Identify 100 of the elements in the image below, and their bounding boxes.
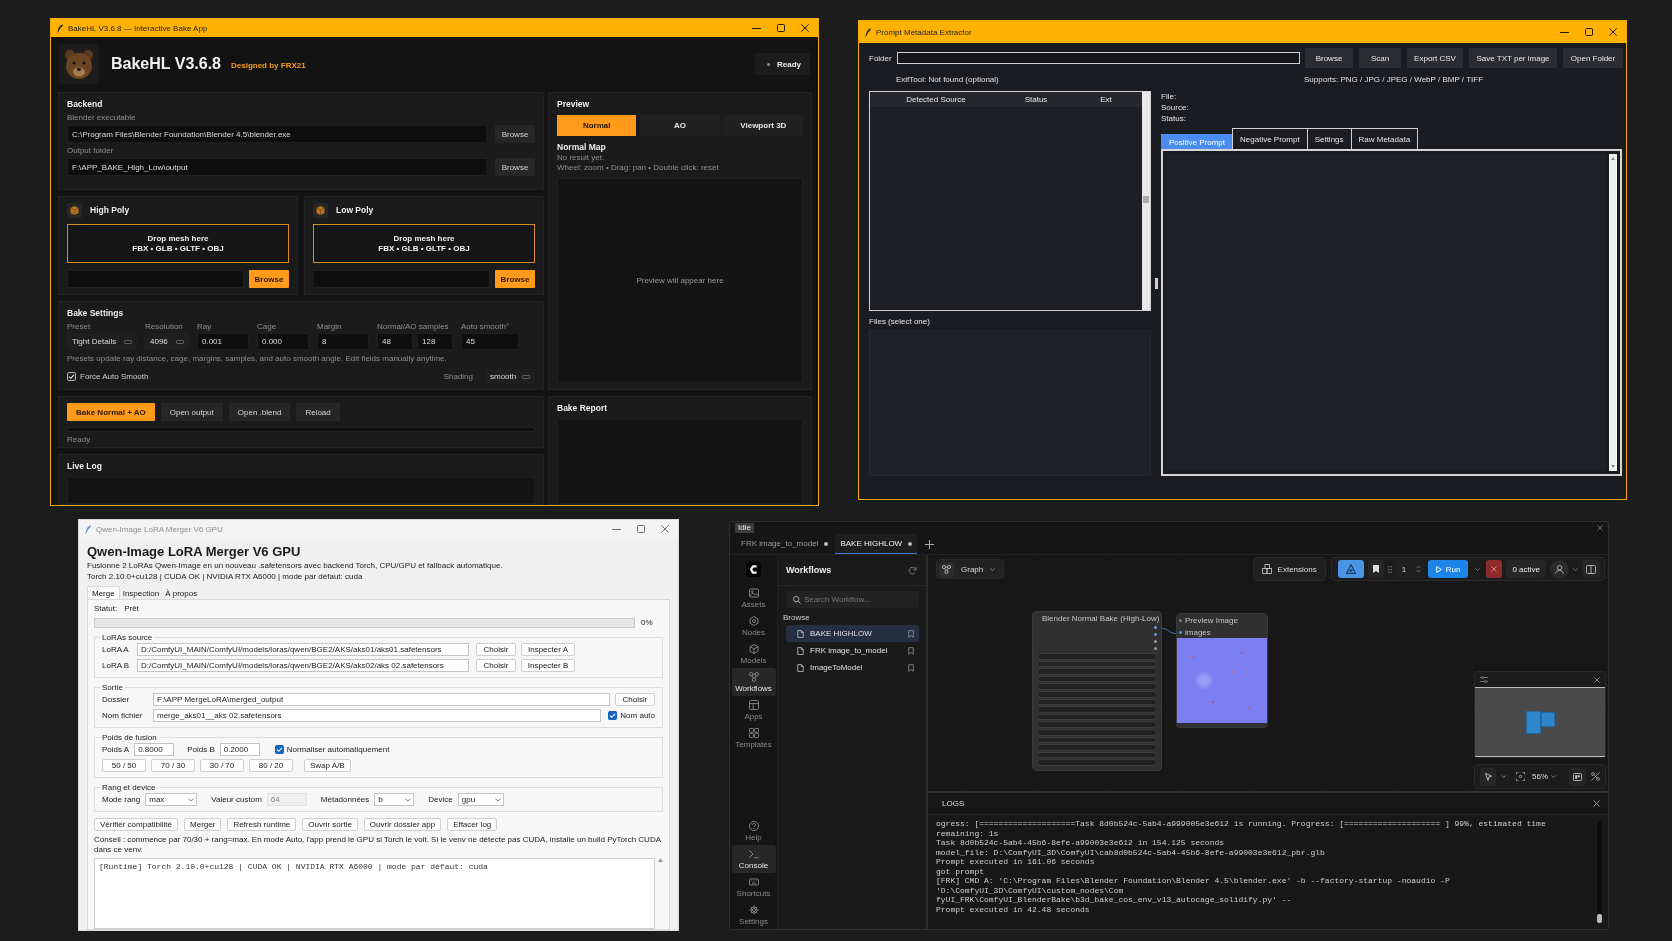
batch-count-field[interactable]: 1 (1395, 560, 1424, 578)
number-field[interactable]: 128 (417, 333, 453, 350)
caret-icon[interactable] (1501, 775, 1506, 778)
number-field[interactable]: 0.000 (257, 333, 309, 350)
node-widget[interactable] (1037, 706, 1157, 713)
sliders-icon[interactable] (1480, 676, 1488, 683)
weight-field[interactable]: 0.8000 (134, 743, 175, 756)
queue-button[interactable]: 0 active (1506, 560, 1546, 578)
minimap-toggle-button[interactable] (1569, 767, 1586, 786)
minimap-view[interactable] (1475, 687, 1605, 757)
sidebar-button[interactable]: Workflows (731, 668, 776, 696)
zoom-dropdown[interactable]: 56% (1530, 772, 1558, 781)
sidebar-button[interactable]: Models (731, 640, 776, 668)
node-widget[interactable] (1037, 728, 1157, 736)
node-widget[interactable] (1037, 721, 1157, 728)
browse-button[interactable]: Browse (249, 270, 289, 288)
path-field[interactable]: C:\Program Files\Blender Foundation\Blender 4.5\blender.exe (67, 125, 487, 143)
node-widget[interactable] (1037, 668, 1157, 675)
workflow-tab[interactable]: BAKE HIGHLOW (835, 534, 918, 554)
sidebar-button[interactable]: Templates (731, 724, 776, 752)
refresh-icon[interactable] (908, 565, 917, 575)
drop-zone[interactable]: Drop mesh here FBX • GLB • GLTF • OBJ (67, 224, 289, 263)
tab[interactable]: Negative Prompt (1232, 128, 1308, 149)
preset-button[interactable]: 30 / 70 (200, 759, 244, 772)
checkbox[interactable] (274, 745, 284, 754)
maximize-icon[interactable] (1585, 28, 1593, 36)
node-widget[interactable] (1037, 713, 1157, 721)
dropdown[interactable]: Tight Details (67, 333, 137, 350)
browse-button[interactable]: Browse (495, 270, 535, 288)
mode-button[interactable] (1337, 560, 1364, 578)
maximize-icon[interactable] (637, 525, 645, 533)
stop-button[interactable] (1486, 560, 1503, 578)
minimize-icon[interactable] (612, 528, 621, 530)
node-widget[interactable] (1037, 690, 1157, 698)
path-field[interactable]: F:\APP_BAKE_High_Low\output (67, 158, 487, 176)
node-widget[interactable] (1037, 744, 1157, 751)
preset-button[interactable]: 80 / 20 (249, 759, 293, 772)
choose-button[interactable]: Choisir (615, 693, 655, 706)
workflow-item[interactable]: ImageToModel (786, 659, 919, 676)
refresh-button[interactable]: Refresh runtime (227, 818, 297, 831)
preset-button[interactable]: Swap A/B (304, 759, 351, 772)
node-widget[interactable] (1037, 653, 1157, 660)
bookmark-button[interactable] (1367, 560, 1384, 578)
node-widget[interactable] (1037, 675, 1157, 683)
choose-button[interactable]: Choisir (476, 659, 516, 672)
dropdown[interactable]: b (374, 793, 415, 806)
checkbox[interactable] (608, 711, 618, 720)
merge-button[interactable]: Merger (184, 818, 222, 831)
sidebar-button[interactable]: Help (731, 817, 776, 845)
workflow-tab[interactable]: FRK image_to_model (736, 534, 834, 554)
plus-icon[interactable] (925, 539, 935, 549)
tab[interactable]: Merge (87, 586, 120, 599)
clear-log-button[interactable]: Effacer log (447, 818, 498, 831)
browse-button[interactable]: Browse (495, 125, 535, 143)
browse-button[interactable]: Browse (1305, 48, 1353, 68)
link-off-icon[interactable] (1591, 772, 1600, 781)
sidebar-button[interactable]: Assets (731, 584, 776, 612)
node-widget[interactable] (1037, 736, 1157, 744)
bake-button[interactable]: Bake Normal + AO (67, 403, 155, 421)
number-field[interactable]: 48 (377, 333, 413, 350)
dropdown[interactable]: max (145, 793, 198, 806)
user-button[interactable] (1550, 559, 1569, 579)
log-area[interactable]: [Runtime] Torch 2.10.0+cu128 | CUDA OK | NVIDIA RTX A6000 | mode par défaut: cuda (94, 858, 655, 929)
tab[interactable]: Viewport 3D (723, 115, 803, 136)
close-icon[interactable] (1609, 28, 1617, 36)
open-folder-button[interactable]: Ouvrir dossier app (363, 818, 442, 831)
tab[interactable]: Inspection (119, 587, 163, 599)
sidebar-button[interactable]: Shortcuts (731, 873, 776, 901)
number-field[interactable]: 8 (317, 333, 369, 350)
tab[interactable]: AO (640, 115, 720, 136)
fit-view-icon[interactable] (1516, 772, 1525, 781)
select-tool-button[interactable] (1480, 767, 1496, 786)
node-widget[interactable] (1037, 683, 1157, 690)
tab[interactable]: Normal (557, 115, 637, 136)
caret-icon[interactable] (1573, 567, 1578, 571)
path-field[interactable]: D:/ComfyUI_MAIN/ComfyUI/models/loras/qwen/BGE2/AKS/aks02/aks 02.safetensors (137, 659, 469, 672)
extensions-button[interactable]: Extensions (1252, 557, 1326, 581)
close-icon[interactable] (1594, 676, 1600, 683)
drag-handle-icon[interactable] (1387, 565, 1392, 573)
panel-toggle-button[interactable] (1582, 560, 1600, 578)
open-blend-button[interactable]: Open .blend (228, 403, 291, 421)
dropdown[interactable]: 4096 (145, 333, 189, 350)
workflow-item[interactable]: BAKE HIGHLOW (786, 625, 919, 642)
node-widget[interactable] (1037, 751, 1157, 759)
save-txt-button[interactable]: Save TXT per image (1469, 48, 1557, 68)
folder-field[interactable] (897, 52, 1300, 64)
inspect-button[interactable]: Inspecter A (521, 643, 575, 656)
number-field[interactable]: 0.001 (197, 333, 249, 350)
workflow-item[interactable]: FRK image_to_model (786, 642, 919, 659)
maximize-icon[interactable] (777, 24, 785, 32)
sidebar-button[interactable]: Apps (731, 696, 776, 724)
view-mode-button[interactable]: Graph (936, 559, 1005, 579)
weight-field[interactable]: 0.2000 (219, 743, 260, 756)
number-field[interactable]: 45 (461, 333, 519, 350)
scan-button[interactable]: Scan (1359, 48, 1401, 68)
close-icon[interactable] (661, 525, 669, 533)
open-output-button[interactable]: Ouvrir sortie (302, 818, 358, 831)
minimize-icon[interactable] (1560, 31, 1569, 33)
filename-field[interactable]: merge_aks01__aks 02.safetensors (153, 709, 602, 722)
choose-button[interactable]: Choisir (476, 643, 516, 656)
